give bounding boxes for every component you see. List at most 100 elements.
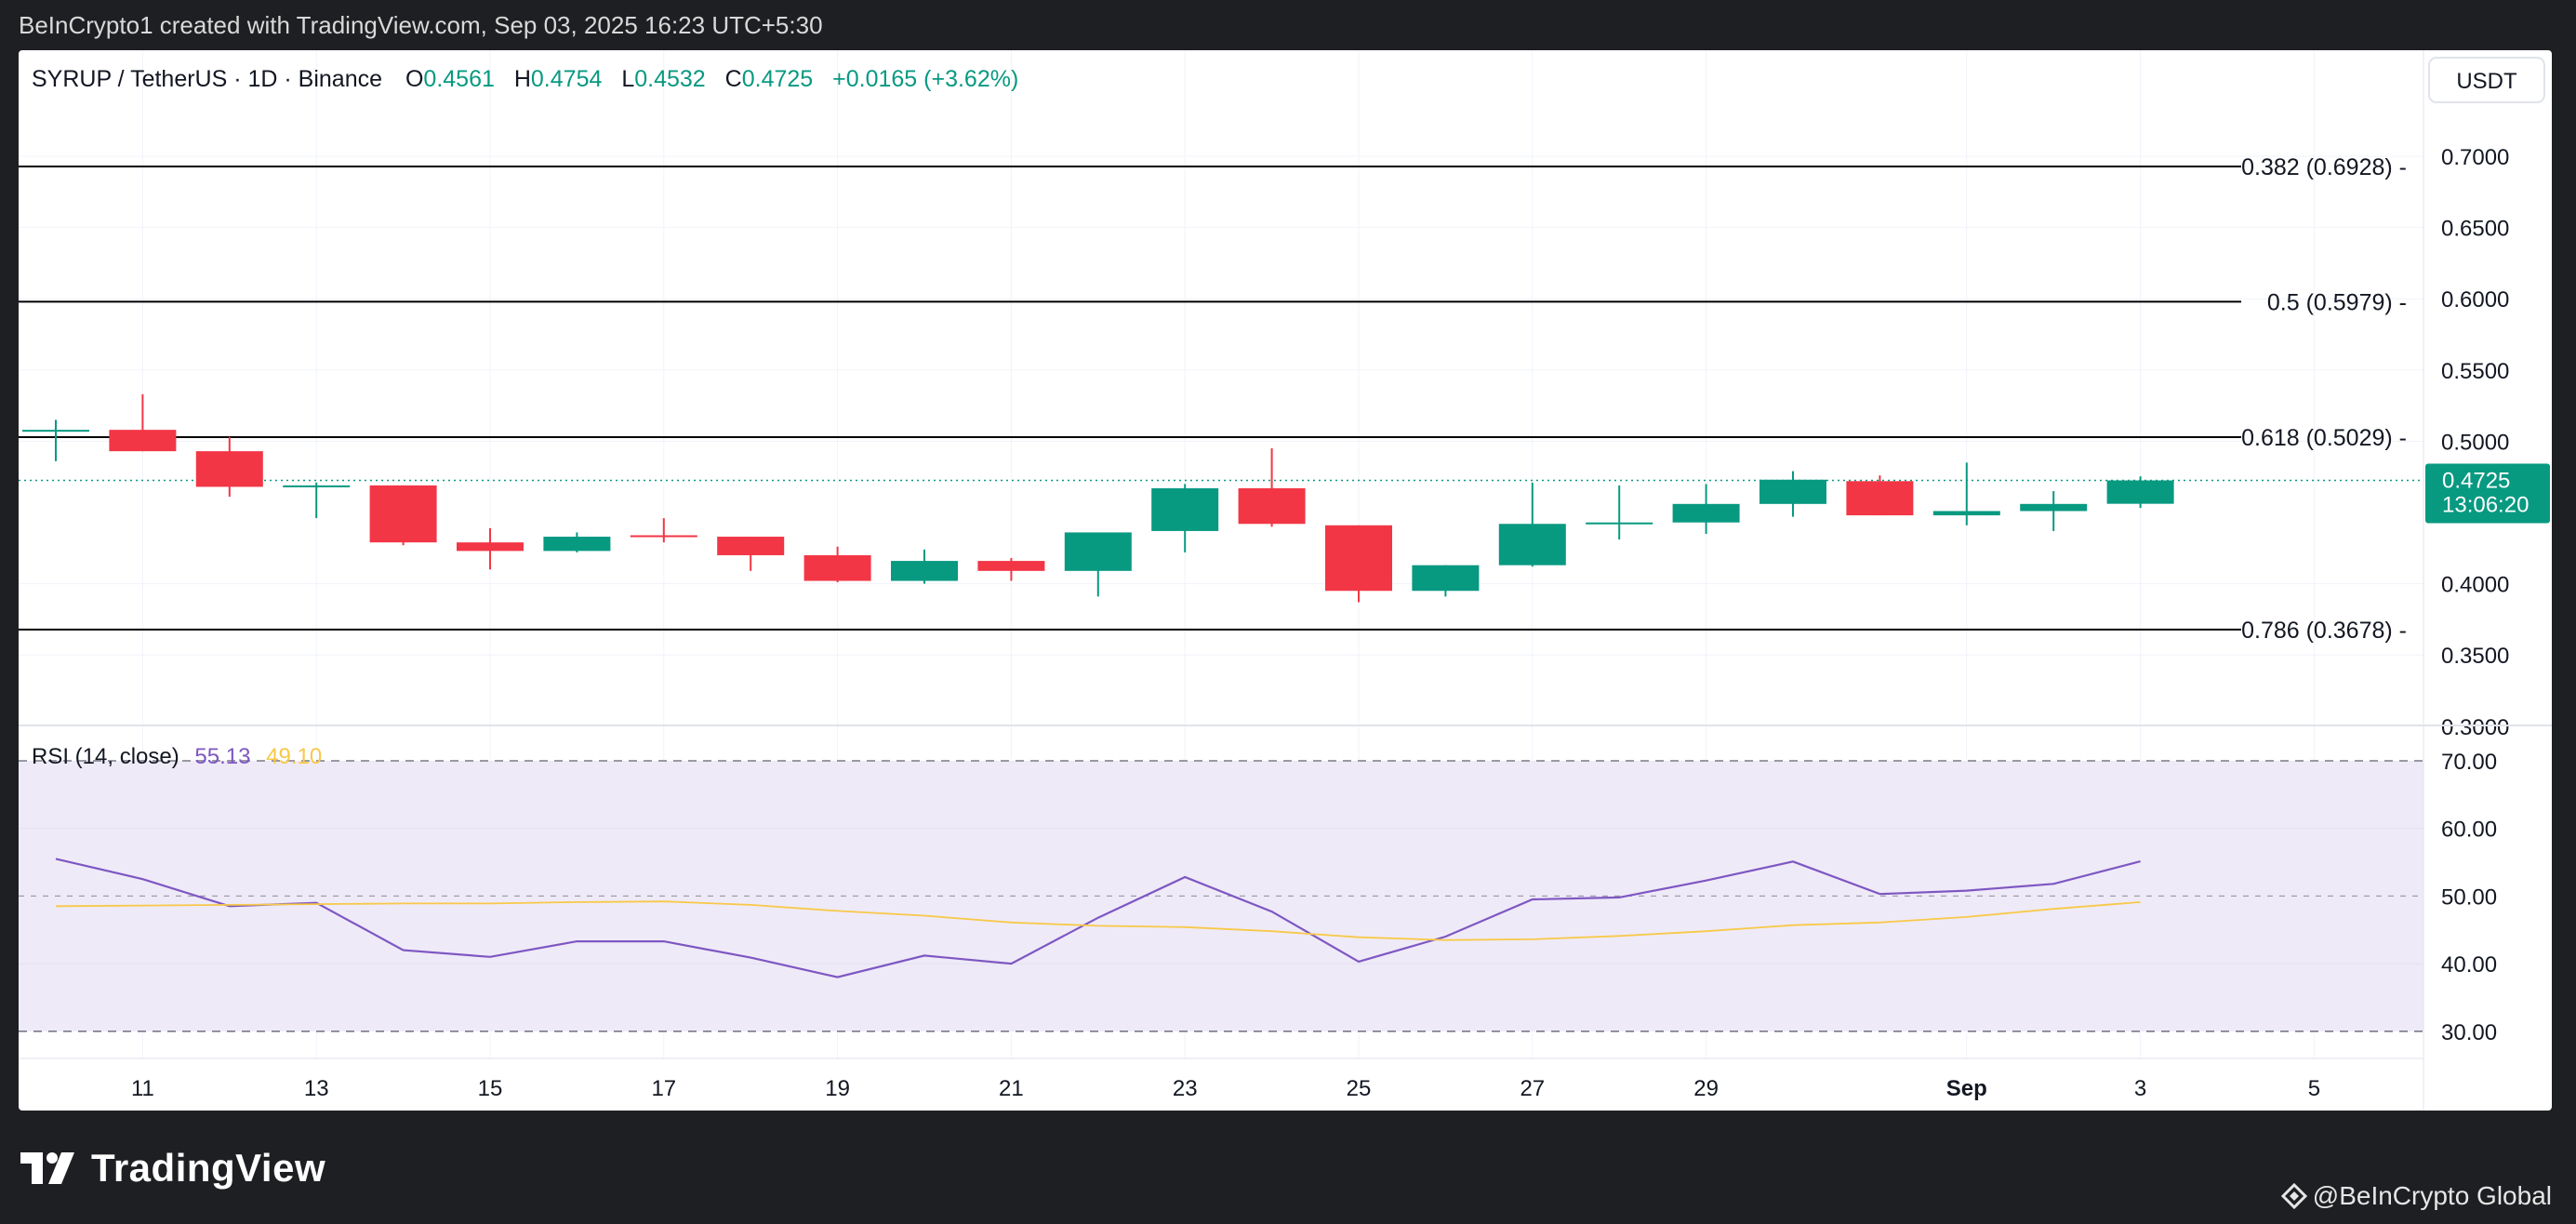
price-tick-label: 0.3000 bbox=[2441, 715, 2509, 740]
currency-button[interactable]: USDT bbox=[2428, 57, 2545, 103]
author-credit-text: @BeInCrypto Global bbox=[2312, 1181, 2552, 1210]
rsi-tick-label: 30.00 bbox=[2441, 1020, 2497, 1045]
candle-body bbox=[1151, 487, 1219, 531]
fib-level-label: 0.5 (0.5979) - bbox=[2267, 289, 2407, 315]
fib-level-label: 0.382 (0.6928) - bbox=[2241, 154, 2407, 180]
candle-body bbox=[283, 485, 351, 487]
ohlc-legend: SYRUP / TetherUS · 1D · Binance O0.4561 … bbox=[32, 66, 1018, 92]
price-tick-label: 0.3500 bbox=[2441, 644, 2509, 669]
candle[interactable] bbox=[1325, 525, 1392, 603]
x-tick-label: 3 bbox=[2134, 1076, 2146, 1101]
candle-body bbox=[1238, 487, 1306, 525]
candle-body bbox=[2020, 503, 2088, 512]
chart-canvas[interactable]: 0.382 (0.6928) - 0.5 (0.5979) - 0.618 (0.5… bbox=[19, 50, 2552, 1111]
close-value: 0.4725 bbox=[742, 66, 813, 92]
candle-body bbox=[630, 535, 697, 538]
rsi-tick-label: 60.00 bbox=[2441, 818, 2497, 843]
x-tick-label: 11 bbox=[131, 1076, 154, 1101]
candle-body bbox=[977, 561, 1045, 571]
candle[interactable] bbox=[109, 393, 177, 452]
candle-body bbox=[2106, 480, 2174, 504]
candle[interactable] bbox=[1064, 532, 1132, 597]
candle[interactable] bbox=[1759, 471, 1826, 517]
price-tick-label: 0.4000 bbox=[2441, 573, 2509, 598]
diamond-icon bbox=[2280, 1183, 2307, 1209]
candle-body bbox=[1064, 532, 1132, 571]
chart-panel[interactable]: 0.382 (0.6928) - 0.5 (0.5979) - 0.618 (0.5… bbox=[19, 50, 2552, 1111]
currency-button-label[interactable]: USDT bbox=[2456, 69, 2517, 94]
x-tick-label: 21 bbox=[999, 1076, 1024, 1101]
fib-level-label: 0.786 (0.3678) - bbox=[2241, 618, 2407, 644]
symbol-pair: SYRUP / TetherUS · 1D · Binance bbox=[32, 66, 382, 92]
candle-body bbox=[543, 537, 611, 552]
candles bbox=[22, 393, 2174, 603]
rsi-legend-label: RSI (14, close) bbox=[32, 744, 179, 769]
high-label: H bbox=[514, 66, 531, 92]
low-value: 0.4532 bbox=[634, 66, 705, 92]
low-label: L bbox=[621, 66, 634, 92]
candle[interactable] bbox=[977, 558, 1045, 581]
x-tick-label: Sep bbox=[1946, 1076, 1987, 1101]
tradingview-logo[interactable]: TradingView bbox=[20, 1142, 325, 1194]
rsi-legend-value: 55.13 bbox=[194, 744, 250, 769]
candle-body bbox=[1672, 503, 1740, 523]
high-value: 0.4754 bbox=[531, 66, 603, 92]
rsi-tick-label: 40.00 bbox=[2441, 952, 2497, 978]
candle[interactable] bbox=[283, 482, 351, 519]
rsi-ma-legend-value: 49.10 bbox=[266, 744, 322, 769]
candle[interactable] bbox=[1672, 484, 1740, 534]
change-value: +0.0165 (+3.62%) bbox=[832, 66, 1018, 92]
candle[interactable] bbox=[195, 436, 263, 498]
candle-body bbox=[457, 542, 524, 552]
candle-body bbox=[1846, 481, 1914, 516]
candle-body bbox=[1759, 479, 1826, 504]
candle-body bbox=[1586, 522, 1653, 525]
x-tick-label: 27 bbox=[1520, 1076, 1545, 1101]
candle[interactable] bbox=[803, 546, 871, 583]
candle[interactable] bbox=[630, 518, 697, 543]
x-tick-label: 23 bbox=[1173, 1076, 1198, 1101]
rsi-legend: RSI (14, close) 55.13 49.10 bbox=[32, 744, 322, 769]
price-tick-label: 0.5000 bbox=[2441, 430, 2509, 455]
x-tick-label: 5 bbox=[2308, 1076, 2320, 1101]
candle-body bbox=[369, 485, 437, 543]
candle-body bbox=[717, 537, 785, 555]
candle[interactable] bbox=[22, 419, 89, 461]
candle-body bbox=[1932, 511, 2000, 516]
candle[interactable] bbox=[1932, 462, 2000, 526]
candle[interactable] bbox=[1238, 448, 1306, 527]
tradingview-logo-text: TradingView bbox=[91, 1146, 326, 1190]
candle-body bbox=[1325, 525, 1392, 592]
price-tick-label: 0.6500 bbox=[2441, 217, 2509, 242]
rsi-band bbox=[19, 760, 2423, 1032]
candle[interactable] bbox=[457, 527, 524, 570]
candle[interactable] bbox=[717, 537, 785, 571]
last-price-tag: 0.4725 13:06:20 bbox=[2425, 463, 2550, 524]
candle-body bbox=[109, 430, 177, 452]
candle[interactable] bbox=[1498, 482, 1566, 567]
candle-body bbox=[22, 430, 89, 432]
author-credit: @BeInCrypto Global bbox=[2280, 1181, 2552, 1211]
candle[interactable] bbox=[543, 532, 611, 552]
tradingview-logo-icon bbox=[20, 1152, 74, 1184]
candle[interactable] bbox=[2106, 476, 2174, 509]
price-tick-label: 0.7000 bbox=[2441, 145, 2509, 170]
x-tick-label: 25 bbox=[1347, 1076, 1372, 1101]
candle[interactable] bbox=[1151, 484, 1219, 552]
price-tick-label: 0.5500 bbox=[2441, 359, 2509, 384]
candle[interactable] bbox=[2020, 491, 2088, 531]
close-label: C bbox=[725, 66, 742, 92]
candle-body bbox=[891, 561, 958, 581]
rsi-tick-label: 50.00 bbox=[2441, 885, 2497, 910]
last-price-countdown: 13:06:20 bbox=[2442, 493, 2529, 518]
candle[interactable] bbox=[1412, 565, 1480, 597]
open-value: 0.4561 bbox=[423, 66, 494, 92]
candle[interactable] bbox=[891, 549, 958, 584]
candle[interactable] bbox=[1846, 475, 1914, 516]
candle-body bbox=[1412, 565, 1480, 592]
candle-body bbox=[195, 451, 263, 487]
candle-body bbox=[803, 554, 871, 581]
candle[interactable] bbox=[1586, 485, 1653, 540]
rsi-tick-label: 70.00 bbox=[2441, 750, 2497, 775]
candle[interactable] bbox=[369, 485, 437, 546]
